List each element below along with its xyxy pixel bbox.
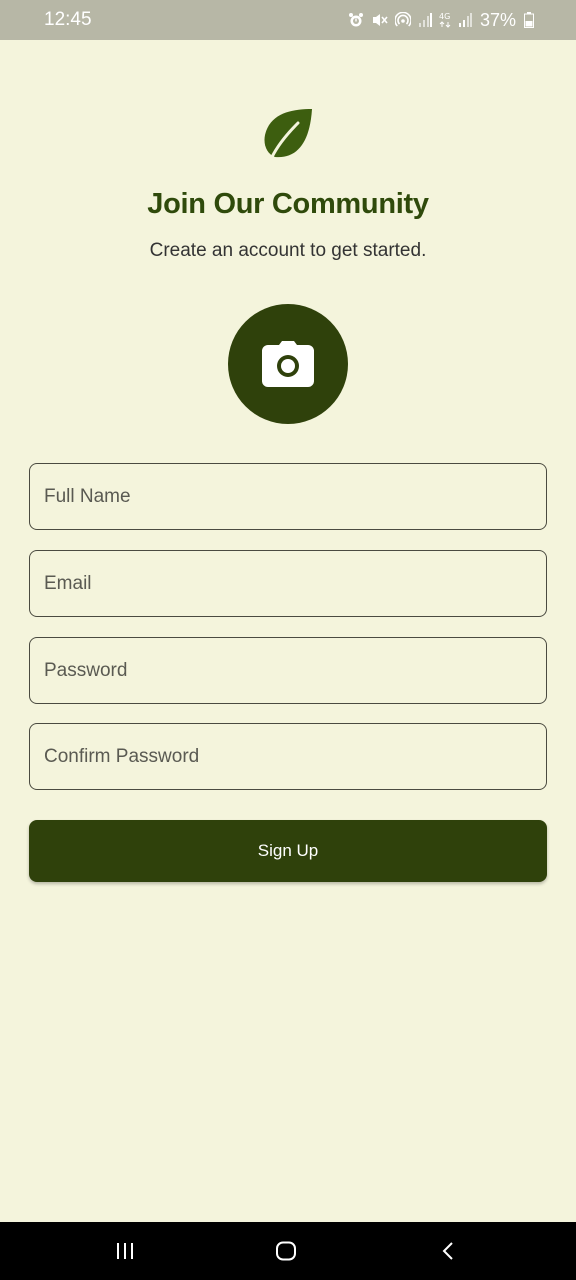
battery-percent: 37% [479,9,516,30]
camera-icon [262,341,314,387]
status-time: 12:45 [44,9,92,30]
battery-icon [524,12,534,28]
signal-icon [418,13,432,27]
back-icon [442,1242,453,1260]
signal-icon [458,13,472,27]
4g-icon: 4G [439,12,451,28]
back-button[interactable] [408,1222,488,1280]
confirm-password-input[interactable] [29,723,547,790]
profile-photo-button[interactable] [228,304,348,424]
page-title: Join Our Community [147,188,429,220]
password-input[interactable] [29,637,547,704]
full-name-input[interactable] [29,463,547,530]
svg-text:4G: 4G [439,12,450,21]
status-icons: 4G [348,12,472,28]
status-right: 4G 37% [348,10,534,31]
system-nav-bar [0,1222,576,1280]
mute-icon [372,14,388,26]
leaf-icon [264,109,312,159]
recent-apps-button[interactable] [85,1222,165,1280]
hotspot-icon [394,12,411,27]
home-icon [276,1241,296,1261]
home-button[interactable] [246,1222,326,1280]
sign-up-button[interactable]: Sign Up [29,820,547,882]
email-input[interactable] [29,550,547,617]
recent-apps-icon [117,1243,133,1259]
alarm-icon [348,13,363,27]
page-subtitle: Create an account to get started. [149,240,427,261]
status-bar: 12:45 4G 37% [0,0,576,40]
